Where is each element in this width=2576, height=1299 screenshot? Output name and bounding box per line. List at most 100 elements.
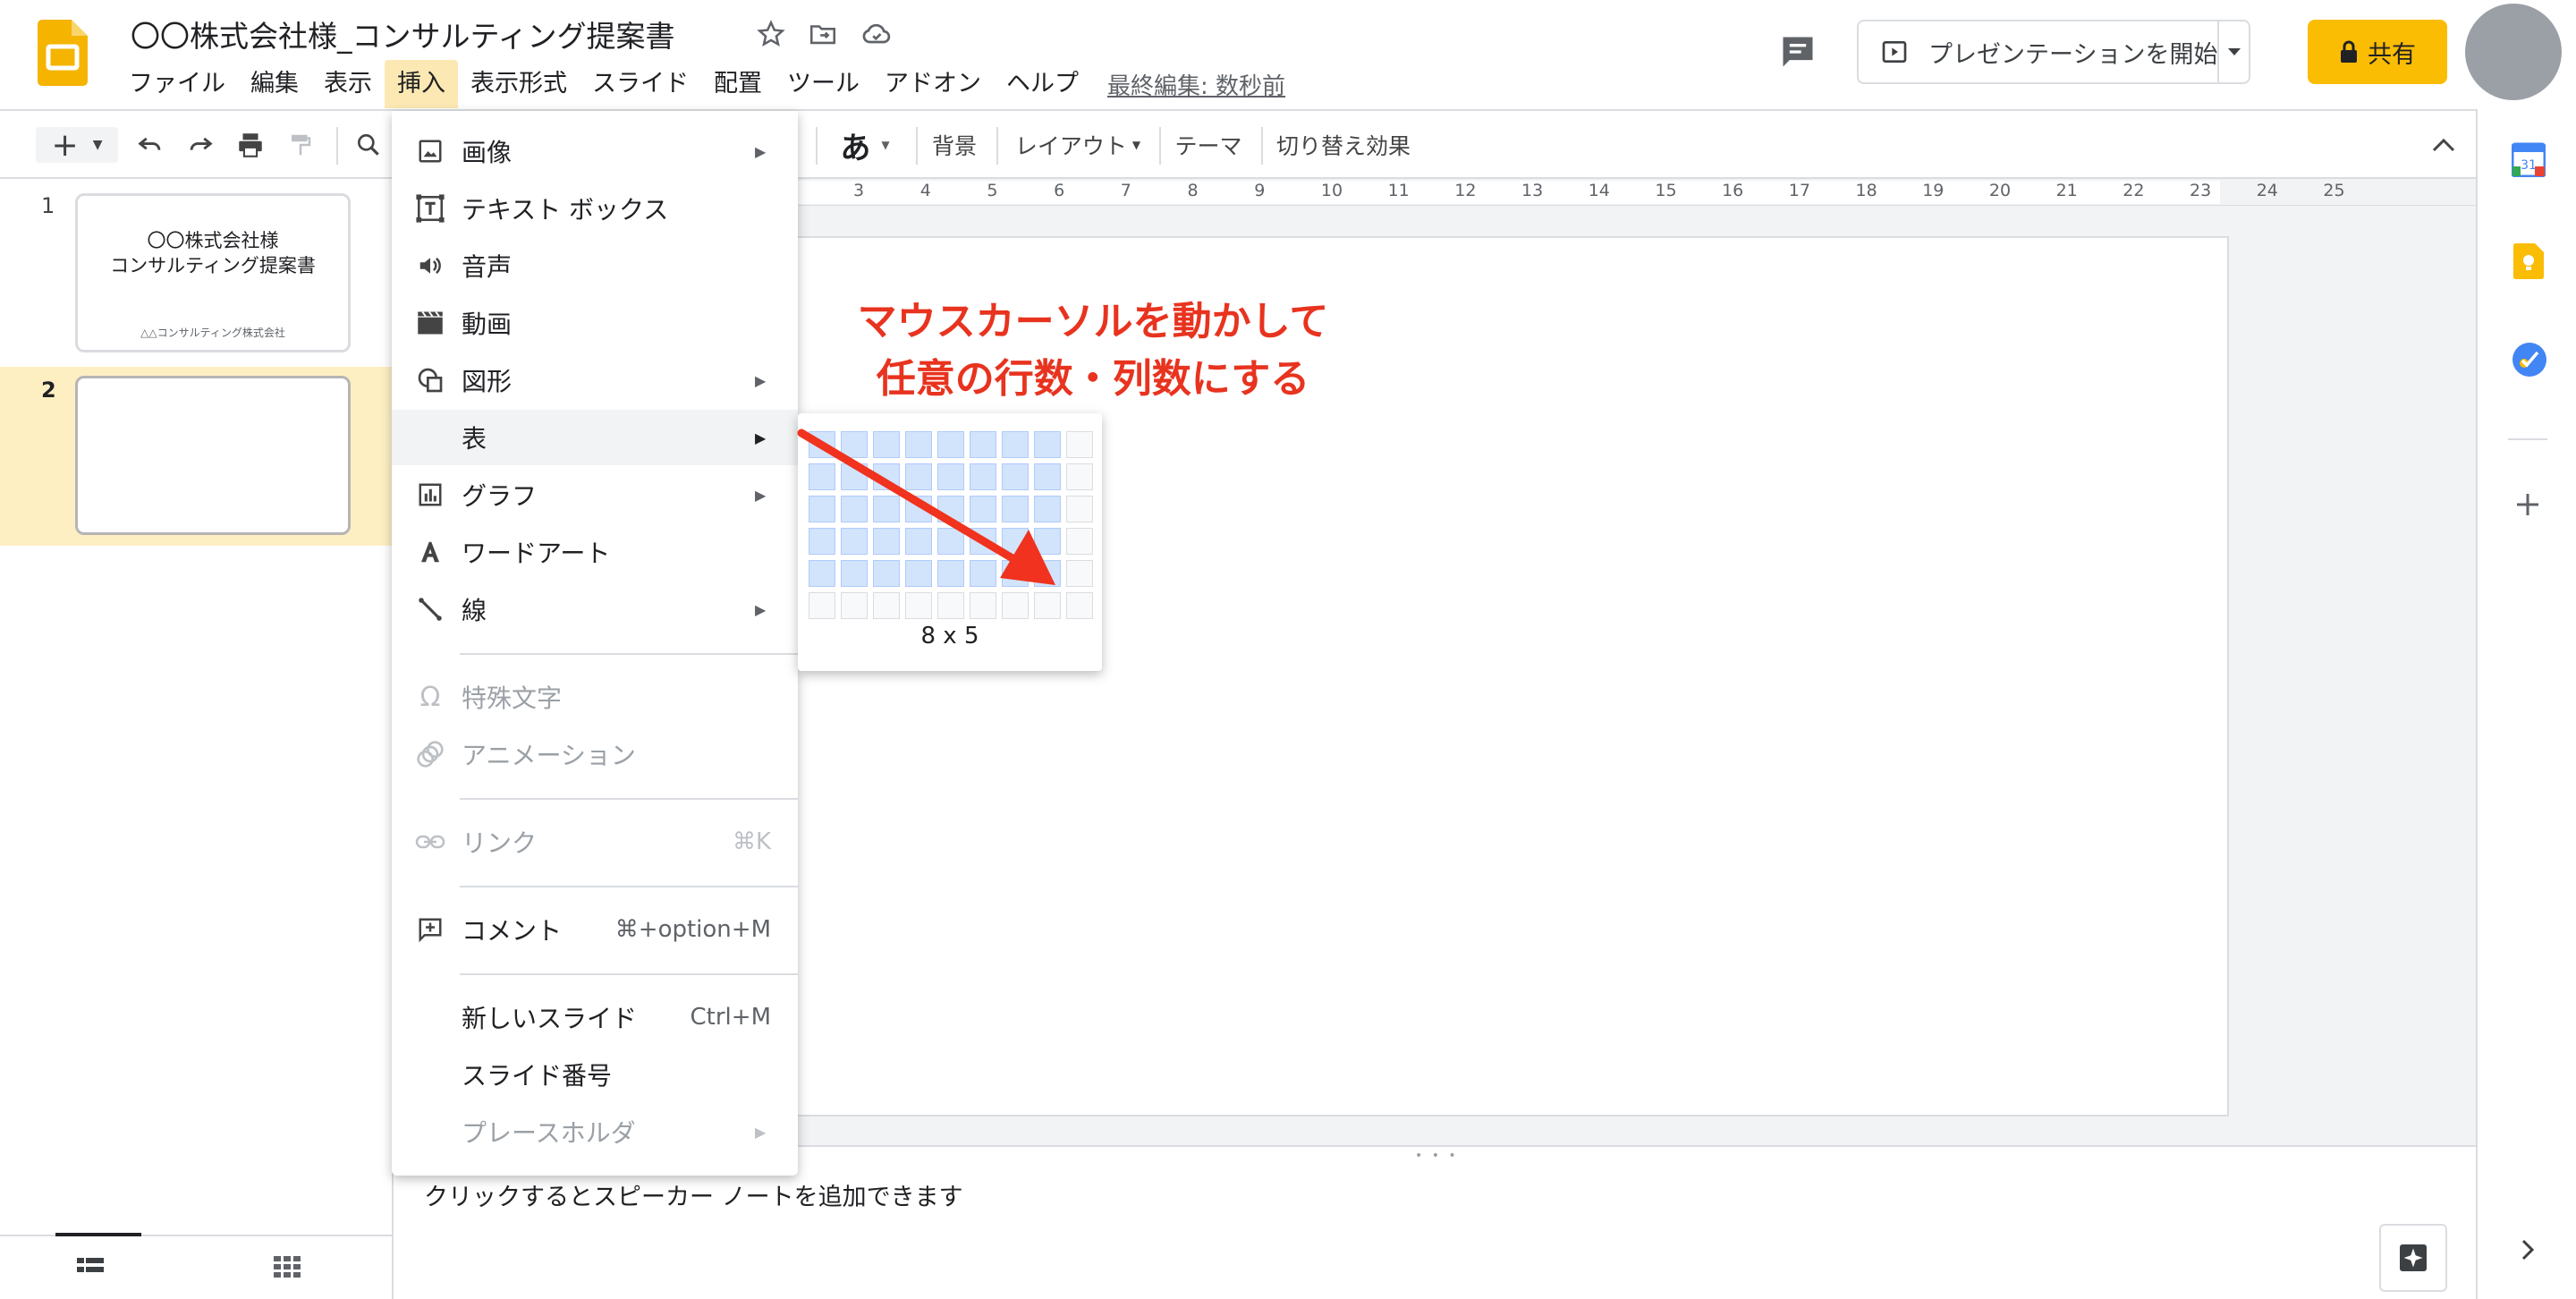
insert-comment-item[interactable]: コメント ⌘+option+M bbox=[392, 902, 798, 957]
ruler-tick: 23 bbox=[2190, 181, 2212, 200]
insert-video-label: 動画 bbox=[462, 310, 513, 339]
theme-button[interactable]: テーマ bbox=[1174, 127, 1243, 163]
ruler-tick: 22 bbox=[2123, 181, 2145, 200]
slide-thumbnail-2[interactable] bbox=[75, 376, 351, 535]
grid-view-icon[interactable] bbox=[274, 1256, 301, 1281]
cloud-saved-icon[interactable] bbox=[859, 16, 894, 52]
insert-audio-label: 音声 bbox=[462, 252, 513, 282]
submenu-arrow-icon: ▶ bbox=[755, 371, 767, 389]
list-view-icon[interactable] bbox=[77, 1256, 104, 1279]
menu-help[interactable]: ヘルプ bbox=[994, 60, 1091, 108]
insert-new-slide-label: 新しいスライド bbox=[462, 1004, 638, 1033]
paint-format-icon[interactable] bbox=[283, 127, 318, 163]
present-icon bbox=[1880, 38, 1909, 66]
insert-link-item[interactable]: リンク ⌘K bbox=[392, 814, 798, 870]
ruler-tick: 10 bbox=[1320, 181, 1343, 200]
active-view-indicator bbox=[55, 1233, 141, 1236]
omega-icon: Ω bbox=[419, 681, 441, 713]
share-button[interactable]: 共有 bbox=[2308, 20, 2447, 84]
present-options-dropdown[interactable] bbox=[2217, 21, 2249, 82]
star-icon[interactable] bbox=[753, 16, 789, 52]
input-tools-button[interactable]: あ ▼ bbox=[832, 127, 898, 166]
insert-textbox-item[interactable]: テキスト ボックス bbox=[392, 181, 798, 236]
menu-separator bbox=[460, 886, 798, 887]
add-addon-icon[interactable] bbox=[2513, 490, 2542, 522]
slide-number: 2 bbox=[41, 378, 56, 403]
submenu-arrow-icon: ▶ bbox=[755, 142, 767, 160]
thumbnail-title-line1: 〇〇株式会社様 bbox=[147, 230, 279, 251]
insert-new-slide-item[interactable]: 新しいスライド Ctrl+M bbox=[392, 989, 798, 1045]
move-to-folder-icon[interactable] bbox=[805, 16, 841, 52]
speaker-notes-placeholder[interactable]: クリックするとスピーカー ノートを追加できます bbox=[424, 1177, 963, 1212]
background-button[interactable]: 背景 bbox=[930, 127, 979, 163]
menu-tools[interactable]: ツール bbox=[775, 60, 872, 108]
zoom-icon[interactable] bbox=[351, 127, 386, 163]
toolbar: + ▼ | あ ▼ 背景 レイアウト ▼ テーマ 切り替え効果 bbox=[0, 111, 2478, 179]
toolbar-separator bbox=[1261, 127, 1263, 165]
present-button[interactable]: プレゼンテーションを開始 bbox=[1859, 21, 2217, 82]
menu-insert[interactable]: 挿入 bbox=[385, 60, 458, 108]
insert-audio-item[interactable]: 音声 bbox=[392, 238, 798, 293]
redo-icon[interactable] bbox=[182, 127, 218, 163]
textbox-icon bbox=[415, 193, 445, 224]
insert-video-item[interactable]: 動画 bbox=[392, 295, 798, 351]
undo-icon[interactable] bbox=[132, 127, 168, 163]
menu-slide[interactable]: スライド bbox=[580, 60, 701, 108]
slides-logo-icon[interactable] bbox=[38, 20, 88, 86]
insert-table-label: 表 bbox=[462, 424, 487, 454]
last-edit-link[interactable]: 最終編集: 数秒前 bbox=[1107, 68, 1285, 101]
document-title[interactable]: 〇〇株式会社様_コンサルティング提案書 bbox=[131, 13, 675, 55]
menu-file[interactable]: ファイル bbox=[116, 60, 238, 108]
print-icon[interactable] bbox=[233, 127, 268, 163]
insert-table-item[interactable]: 表 ▶ bbox=[392, 410, 798, 465]
insert-placeholder-item[interactable]: プレースホルダ ▶ bbox=[392, 1104, 798, 1159]
insert-wordart-item[interactable]: ワードアート bbox=[392, 524, 798, 580]
account-avatar[interactable] bbox=[2465, 4, 2562, 100]
insert-chart-label: グラフ bbox=[462, 481, 538, 511]
keep-icon[interactable] bbox=[2513, 243, 2544, 283]
insert-animation-item[interactable]: アニメーション bbox=[392, 726, 798, 782]
ruler-tick: 18 bbox=[1855, 181, 1877, 200]
menu-bar: ファイル 編集 表示 挿入 表示形式 スライド 配置 ツール アドオン ヘルプ … bbox=[116, 60, 1285, 108]
menu-addons[interactable]: アドオン bbox=[872, 60, 994, 108]
annotation-line1: マウスカーソルを動かして bbox=[857, 299, 1329, 344]
insert-line-item[interactable]: 線 ▶ bbox=[392, 582, 798, 637]
annotation-arrow-icon bbox=[797, 429, 1055, 585]
ruler-tick: 9 bbox=[1254, 181, 1266, 200]
insert-link-shortcut: ⌘K bbox=[732, 828, 771, 855]
transition-button[interactable]: 切り替え効果 bbox=[1275, 127, 1411, 163]
menu-arrange[interactable]: 配置 bbox=[701, 60, 775, 108]
menu-edit[interactable]: 編集 bbox=[238, 60, 311, 108]
layout-button[interactable]: レイアウト ▼ bbox=[1011, 127, 1145, 163]
menu-format[interactable]: 表示形式 bbox=[458, 60, 580, 108]
insert-special-chars-item[interactable]: Ω 特殊文字 bbox=[392, 669, 798, 725]
present-label: プレゼンテーションを開始 bbox=[1928, 40, 2218, 69]
insert-chart-item[interactable]: グラフ ▶ bbox=[392, 467, 798, 522]
thumbnail-title-line2: コンサルティング提案書 bbox=[110, 255, 316, 276]
insert-new-slide-shortcut: Ctrl+M bbox=[690, 1004, 771, 1031]
comments-icon[interactable] bbox=[1778, 32, 1818, 72]
menu-view[interactable]: 表示 bbox=[311, 60, 385, 108]
menu-separator bbox=[460, 653, 798, 655]
slide-thumbnail-1[interactable]: 〇〇株式会社様 コンサルティング提案書 △△コンサルティング株式会社 bbox=[75, 193, 351, 352]
calendar-icon[interactable]: 31 bbox=[2511, 141, 2546, 181]
insert-image-item[interactable]: 画像 ▶ bbox=[392, 123, 798, 179]
present-button-group: プレゼンテーションを開始 bbox=[1857, 20, 2250, 84]
thumbnail-title: 〇〇株式会社様 コンサルティング提案書 bbox=[78, 228, 348, 278]
link-icon bbox=[415, 827, 445, 857]
expand-panel-icon[interactable] bbox=[2521, 1238, 2535, 1265]
tasks-icon[interactable] bbox=[2512, 342, 2547, 381]
insert-line-label: 線 bbox=[462, 596, 487, 625]
ruler-tick: 15 bbox=[1655, 181, 1677, 200]
insert-comment-label: コメント bbox=[462, 916, 563, 946]
new-slide-button[interactable]: + ▼ bbox=[36, 127, 118, 164]
insert-shape-item[interactable]: 図形 ▶ bbox=[392, 352, 798, 408]
insert-shape-label: 図形 bbox=[462, 367, 513, 396]
slide-canvas[interactable]: マウスカーソルを動かして 任意の行数・列数にする bbox=[662, 236, 2229, 1116]
explore-icon[interactable] bbox=[2379, 1224, 2447, 1292]
input-tools-label: あ bbox=[840, 130, 871, 166]
speaker-notes[interactable]: クリックするとスピーカー ノートを追加できます bbox=[395, 1159, 2476, 1299]
insert-slide-number-item[interactable]: スライド番号 bbox=[392, 1047, 798, 1102]
insert-special-chars-label: 特殊文字 bbox=[462, 683, 563, 713]
collapse-toolbar-icon[interactable] bbox=[2426, 127, 2462, 163]
